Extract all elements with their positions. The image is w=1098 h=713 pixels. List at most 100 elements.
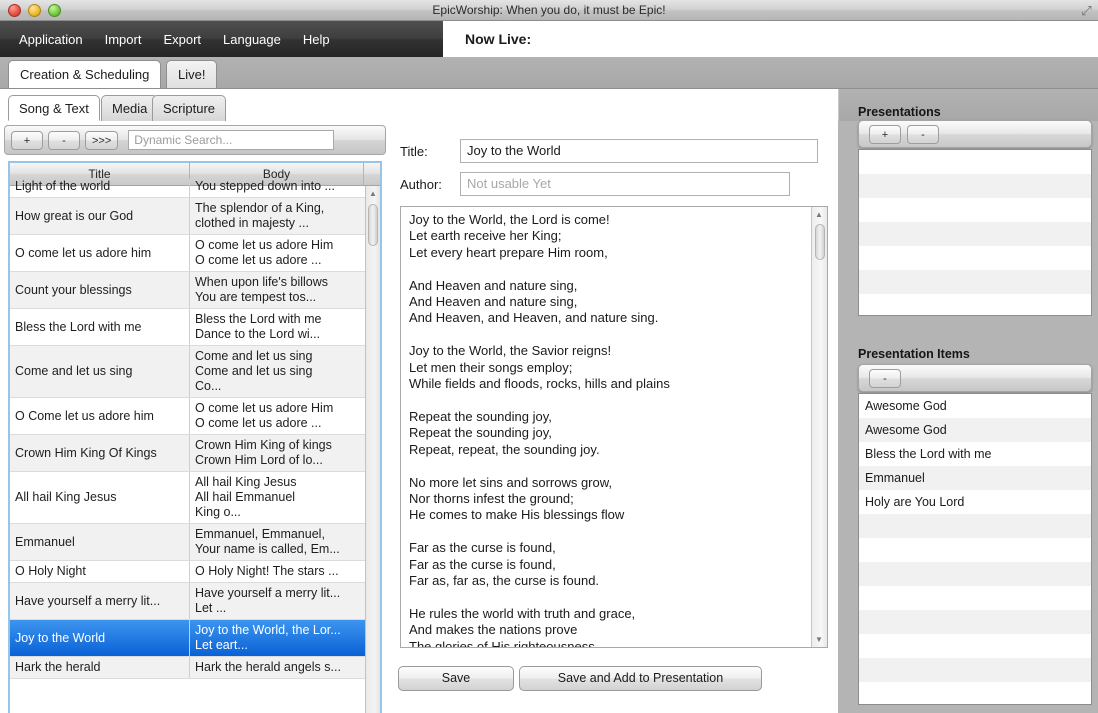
resize-grip-icon[interactable]: ⤢ [1079, 3, 1094, 18]
song-body-cell: O Holy Night! The stars ... [190, 561, 364, 582]
tab-live[interactable]: Live! [166, 60, 217, 88]
search-input[interactable]: Dynamic Search... [128, 130, 334, 150]
song-table-scrollbar[interactable]: ▲ ▼ [365, 186, 380, 713]
remove-presentation-button[interactable]: - [907, 125, 939, 144]
lyrics-editor[interactable]: Joy to the World, the Lord is come! Let … [400, 206, 828, 648]
save-button[interactable]: Save [398, 666, 514, 691]
table-row[interactable]: Hark the heraldHark the herald angels s.… [10, 657, 380, 679]
table-row[interactable]: EmmanuelEmmanuel, Emmanuel, Your name is… [10, 524, 380, 561]
menu-item-help[interactable]: Help [294, 29, 339, 50]
table-row[interactable]: Count your blessingsWhen upon life's bil… [10, 272, 380, 309]
now-live-panel: Now Live: [443, 21, 1098, 57]
lyrics-text[interactable]: Joy to the World, the Lord is come! Let … [401, 207, 811, 647]
table-row[interactable]: Joy to the WorldJoy to the World, the Lo… [10, 620, 380, 657]
song-title-cell: Emmanuel [10, 524, 190, 560]
author-label: Author: [400, 177, 460, 192]
author-field-row: Author: Not usable Yet [400, 172, 790, 196]
table-row[interactable]: O Holy NightO Holy Night! The stars ... [10, 561, 380, 583]
library-toolbar: + - >>> Dynamic Search... [4, 125, 386, 155]
add-presentation-button[interactable]: + [869, 125, 901, 144]
song-title-cell: O come let us adore him [10, 235, 190, 271]
list-item[interactable] [859, 562, 1091, 586]
list-item[interactable]: Awesome God [859, 394, 1091, 418]
list-item[interactable] [859, 514, 1091, 538]
application-window: EpicWorship: When you do, it must be Epi… [0, 0, 1098, 713]
list-item[interactable]: Emmanuel [859, 466, 1091, 490]
song-library-pane: + - >>> Dynamic Search... Title Body Lig… [0, 121, 390, 713]
song-body-cell: Come and let us sing Come and let us sin… [190, 346, 364, 397]
list-item[interactable] [859, 198, 1091, 222]
scrollbar-thumb[interactable] [368, 204, 378, 246]
presentation-pane: Presentations + - Presentation Items - A… [838, 121, 1098, 713]
lyrics-scroll-down-icon[interactable]: ▼ [812, 632, 826, 647]
window-titlebar: EpicWorship: When you do, it must be Epi… [0, 0, 1098, 21]
list-item[interactable]: Holy are You Lord [859, 490, 1091, 514]
table-row[interactable]: Have yourself a merry lit...Have yoursel… [10, 583, 380, 620]
song-title-cell: Come and let us sing [10, 346, 190, 397]
song-body-cell: The splendor of a King, clothed in majes… [190, 198, 364, 234]
title-input[interactable]: Joy to the World [460, 139, 818, 163]
now-live-label: Now Live: [465, 21, 531, 57]
song-title-cell: All hail King Jesus [10, 472, 190, 523]
song-body-cell: Joy to the World, the Lor... Let eart... [190, 620, 364, 656]
list-item[interactable] [859, 222, 1091, 246]
table-row[interactable]: O come let us adore himO come let us ado… [10, 235, 380, 272]
tab-media[interactable]: Media [101, 95, 158, 121]
song-title-cell: Light of the world [10, 179, 190, 197]
tab-song-and-text[interactable]: Song & Text [8, 95, 100, 121]
list-item[interactable] [859, 270, 1091, 294]
table-row[interactable]: How great is our GodThe splendor of a Ki… [10, 198, 380, 235]
scroll-up-icon[interactable]: ▲ [366, 186, 380, 201]
table-row[interactable]: All hail King JesusAll hail King Jesus A… [10, 472, 380, 524]
menu-item-language[interactable]: Language [214, 29, 290, 50]
title-label: Title: [400, 144, 460, 159]
list-item[interactable] [859, 150, 1091, 174]
list-item[interactable] [859, 174, 1091, 198]
list-item[interactable] [859, 586, 1091, 610]
tab-scripture[interactable]: Scripture [152, 95, 226, 121]
song-title-cell: Joy to the World [10, 620, 190, 656]
presentation-items-list[interactable]: Awesome GodAwesome GodBless the Lord wit… [858, 393, 1092, 705]
editor-action-buttons: Save Save and Add to Presentation [390, 666, 838, 696]
song-body-cell: Bless the Lord with me Dance to the Lord… [190, 309, 364, 345]
menu-item-export[interactable]: Export [154, 29, 210, 50]
list-item[interactable] [859, 538, 1091, 562]
song-body-cell: When upon life's billows You are tempest… [190, 272, 364, 308]
tab-creation-scheduling[interactable]: Creation & Scheduling [8, 60, 161, 88]
send-to-presentation-button[interactable]: >>> [85, 131, 118, 150]
list-item[interactable]: Awesome God [859, 418, 1091, 442]
lyrics-scrollbar[interactable]: ▲ ▼ [811, 207, 827, 647]
list-item[interactable] [859, 634, 1091, 658]
song-title-cell: Have yourself a merry lit... [10, 583, 190, 619]
title-field-row: Title: Joy to the World [400, 139, 818, 163]
song-body-cell: Have yourself a merry lit... Let ... [190, 583, 364, 619]
table-row[interactable]: Come and let us singCome and let us sing… [10, 346, 380, 398]
table-row[interactable]: Bless the Lord with meBless the Lord wit… [10, 309, 380, 346]
lyrics-scrollbar-thumb[interactable] [815, 224, 825, 260]
list-item[interactable] [859, 658, 1091, 682]
table-row[interactable]: O Come let us adore himO come let us ado… [10, 398, 380, 435]
remove-song-button[interactable]: - [48, 131, 80, 150]
list-item[interactable] [859, 294, 1091, 316]
list-item[interactable] [859, 682, 1091, 705]
presentations-list[interactable] [858, 149, 1092, 316]
menu-item-import[interactable]: Import [96, 29, 151, 50]
list-item[interactable]: Bless the Lord with me [859, 442, 1091, 466]
song-body-cell: Emmanuel, Emmanuel, Your name is called,… [190, 524, 364, 560]
song-body-cell: All hail King Jesus All hail Emmanuel Ki… [190, 472, 364, 523]
table-row[interactable]: Crown Him King Of KingsCrown Him King of… [10, 435, 380, 472]
presentations-toolbar: + - [858, 120, 1092, 148]
remove-presentation-item-button[interactable]: - [869, 369, 901, 388]
song-body-cell: Crown Him King of kings Crown Him Lord o… [190, 435, 364, 471]
save-and-add-to-presentation-button[interactable]: Save and Add to Presentation [519, 666, 762, 691]
menu-item-application[interactable]: Application [10, 29, 92, 50]
song-title-cell: O Holy Night [10, 561, 190, 582]
lyrics-scroll-up-icon[interactable]: ▲ [812, 207, 826, 222]
list-item[interactable] [859, 246, 1091, 270]
list-item[interactable] [859, 610, 1091, 634]
song-title-cell: Crown Him King Of Kings [10, 435, 190, 471]
table-row[interactable]: Light of the worldYou stepped down into … [10, 186, 380, 198]
presentation-items-title: Presentation Items [858, 347, 970, 361]
author-input[interactable]: Not usable Yet [460, 172, 790, 196]
add-song-button[interactable]: + [11, 131, 43, 150]
